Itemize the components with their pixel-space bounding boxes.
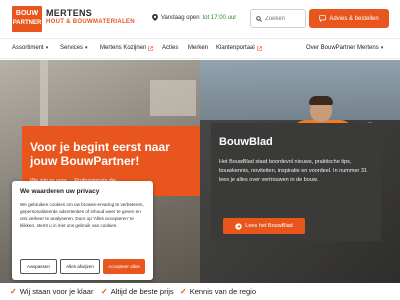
bouwblad-text: Het BouwBlad staat boordevol nieuws, pra… bbox=[219, 159, 367, 183]
open-prefix: Vandaag open bbox=[161, 14, 200, 21]
checkmark-icon: ✓ bbox=[101, 287, 108, 296]
read-bouwblad-label: Lees het BouwBlad bbox=[245, 223, 293, 229]
external-link-icon bbox=[256, 45, 262, 51]
chat-icon bbox=[319, 15, 326, 22]
bouwblad-title: BouwBlad bbox=[219, 136, 273, 148]
cookie-buttons: Aanpassen Alles afwijzen Accepteer alles bbox=[20, 259, 145, 274]
chevron-down-icon: ▾ bbox=[380, 45, 384, 51]
nav-item-acties[interactable]: Acties bbox=[162, 45, 178, 51]
nav-label: Klantenportaal bbox=[216, 45, 255, 51]
brand-subtitle: HOUT & BOUWMATERIALEN bbox=[46, 19, 135, 25]
read-bouwblad-button[interactable]: Lees het BouwBlad bbox=[223, 218, 305, 234]
bouwblad-card: BouwBlad Het BouwBlad staat boordevol ni… bbox=[211, 123, 381, 241]
open-time: tot 17:00 uur bbox=[202, 14, 237, 21]
cookie-reject-button[interactable]: Alles afwijzen bbox=[60, 259, 100, 274]
nav-label: Mertens Kozijnen bbox=[100, 45, 147, 51]
logo-line2: PARTNER bbox=[12, 20, 42, 26]
usp-item: ✓ Altijd de beste prijs bbox=[101, 287, 174, 296]
nav-label: Acties bbox=[162, 45, 179, 51]
usp-label: Altijd de beste prijs bbox=[110, 287, 174, 296]
cookie-text: We gebruiken cookies om uw browse-ervari… bbox=[20, 202, 144, 228]
main-navigation: Assortiment ▾ Services ▾ Mertens Kozijne… bbox=[0, 38, 400, 59]
arrow-right-circle-icon bbox=[235, 222, 242, 230]
site-header: BOUW PARTNER MERTENS HOUT & BOUWMATERIAL… bbox=[0, 0, 400, 38]
nav-item-over-bouwpartner[interactable]: Over BouwPartner Mertens ▾ bbox=[306, 45, 383, 51]
cookie-consent-dialog: We waarderen uw privacy We gebruiken coo… bbox=[12, 181, 153, 280]
usp-label: Kennis van de regio bbox=[189, 287, 256, 296]
advies-bestellen-button[interactable]: Advies & bestellen bbox=[309, 9, 389, 28]
nav-label: Over BouwPartner Mertens bbox=[306, 45, 379, 51]
nav-label: Services bbox=[60, 45, 84, 51]
chevron-down-icon: ▾ bbox=[85, 45, 88, 51]
cookie-accept-button[interactable]: Accepteer alles bbox=[103, 259, 145, 274]
nav-item-assortiment[interactable]: Assortiment ▾ bbox=[12, 45, 48, 51]
search-input[interactable] bbox=[265, 15, 303, 22]
location-pin-icon bbox=[152, 14, 158, 21]
opening-status[interactable]: Vandaag open tot 17:00 uur bbox=[152, 14, 236, 21]
bouwpartner-logo[interactable]: BOUW PARTNER bbox=[12, 6, 42, 32]
cta-label: Advies & bestellen bbox=[329, 15, 379, 22]
nav-item-klantenportaal[interactable]: Klantenportaal bbox=[216, 45, 262, 51]
checkmark-icon: ✓ bbox=[10, 287, 17, 296]
external-link-icon bbox=[148, 45, 154, 51]
nav-item-mertens-kozijnen[interactable]: Mertens Kozijnen bbox=[100, 45, 154, 51]
brand-title: MERTENS bbox=[46, 8, 93, 18]
cookie-title: We waarderen uw privacy bbox=[20, 188, 100, 195]
brand-name[interactable]: MERTENS HOUT & BOUWMATERIALEN bbox=[46, 8, 135, 25]
hero-headline: Voor je begint eerst naar jouw BouwPartn… bbox=[30, 140, 170, 168]
nav-item-merken[interactable]: Merken bbox=[188, 45, 208, 51]
search-icon bbox=[256, 15, 262, 22]
nav-label: Merken bbox=[188, 45, 209, 51]
usp-item: ✓ Kennis van de regio bbox=[180, 287, 256, 296]
usp-item: ✓ Wij staan voor je klaar bbox=[10, 287, 93, 296]
cookie-customize-button[interactable]: Aanpassen bbox=[20, 259, 57, 274]
nav-label: Assortiment bbox=[12, 45, 44, 51]
usp-label: Wij staan voor je klaar bbox=[19, 287, 94, 296]
chevron-down-icon: ▾ bbox=[45, 45, 49, 51]
search-box[interactable] bbox=[250, 9, 306, 28]
hero-photo-detail bbox=[150, 80, 196, 116]
logo-line1: BOUW bbox=[15, 10, 39, 17]
nav-item-services[interactable]: Services ▾ bbox=[60, 45, 88, 51]
checkmark-icon: ✓ bbox=[180, 287, 187, 296]
usp-bar: ✓ Wij staan voor je klaar ✓ Altijd de be… bbox=[0, 283, 400, 300]
